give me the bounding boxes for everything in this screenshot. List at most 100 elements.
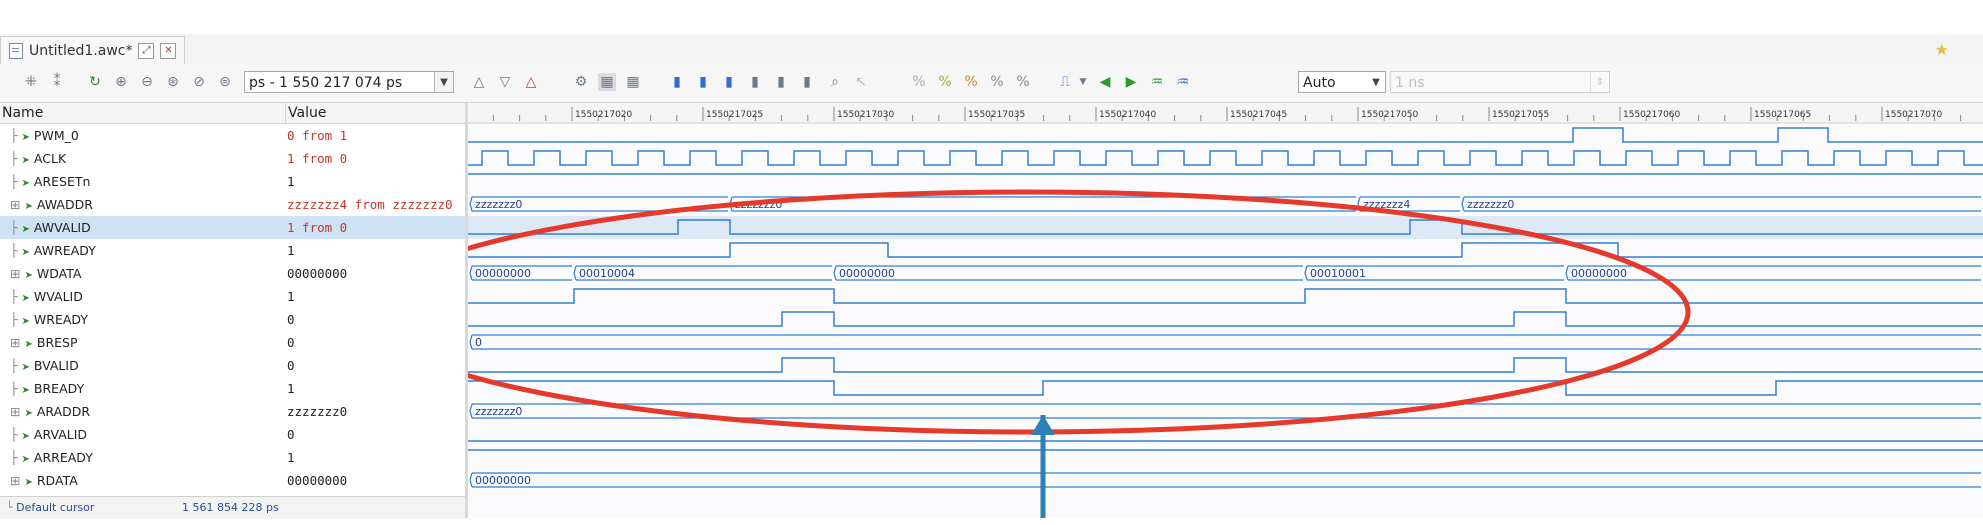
signal-value: zzzzzzz4 from zzzzzzz0 — [287, 197, 453, 212]
tree-line-icon: ├ — [10, 128, 18, 143]
float-window-icon[interactable]: ⤢ — [138, 42, 155, 59]
waveform-area[interactable]: 1550217020 1550217025 1550217030 1550217035… — [468, 103, 1983, 518]
bookmark-first-icon[interactable]: ▮ — [772, 73, 790, 91]
settings-icon[interactable]: ⚙ — [572, 73, 590, 91]
signal-name: BRESP — [36, 335, 78, 350]
signal-row-araddr[interactable]: ⊞ ➤ ARADDR — [0, 400, 285, 423]
column-header-value[interactable]: Value — [285, 103, 468, 124]
signal-name: AWREADY — [33, 243, 96, 258]
waveform-canvas[interactable]: 1550217020 1550217025 1550217030 1550217035… — [468, 103, 1983, 518]
signal-name: ACLK — [33, 151, 67, 166]
cursor-down-icon[interactable]: ▽ — [496, 73, 514, 91]
awaddr-wave-label: zzzzzzz0 — [475, 198, 522, 211]
signal-value: 1 — [287, 174, 295, 189]
spin-icon[interactable]: ⇕ — [1590, 72, 1609, 92]
transition-select-icon[interactable]: % — [962, 73, 980, 91]
signal-value: 1 — [287, 243, 295, 258]
signal-value: 0 — [287, 358, 295, 373]
expand-icon[interactable]: ⊞ — [10, 335, 20, 350]
tree-line-icon: ├ — [10, 312, 18, 327]
bookmark-add-icon[interactable]: ▮ — [694, 73, 712, 91]
zoom-in-icon[interactable]: ⊕ — [112, 73, 130, 91]
signal-row-awaddr[interactable]: ⊞ ➤ AWADDR — [0, 193, 285, 216]
signal-value: 1 — [287, 450, 295, 465]
ruler-label: 1550217065 — [1754, 110, 1811, 120]
bookmark-prev-icon[interactable]: ▮ — [746, 73, 764, 91]
araddr-wave-label: zzzzzzz0 — [475, 405, 522, 418]
favorite-star-icon[interactable]: ★ — [1935, 40, 1949, 59]
tree-line-icon: ├ — [10, 151, 18, 166]
bookmark-last-icon[interactable]: ▮ — [798, 73, 816, 91]
grid-toggle-icon[interactable]: ▦ — [598, 73, 616, 91]
chevron-down-icon[interactable]: ▼ — [434, 72, 453, 92]
signal-row-wready[interactable]: ├ ➤ WREADY — [0, 308, 285, 331]
signal-row-aresetn[interactable]: ├ ➤ ARESETn — [0, 170, 285, 193]
zoom-mode-select[interactable]: Auto ▼ — [1298, 71, 1386, 93]
signal-row-bvalid[interactable]: ├ ➤ BVALID — [0, 354, 285, 377]
signal-row-arvalid[interactable]: ├ ➤ ARVALID — [0, 423, 285, 446]
expand-icon[interactable]: ⊞ — [10, 197, 20, 212]
transition-filter-icon[interactable]: % — [988, 73, 1006, 91]
remove-signal-icon[interactable]: ⁑ — [48, 73, 66, 91]
pointer-icon[interactable]: ↖ — [852, 73, 870, 91]
refresh-icon[interactable]: ↻ — [86, 73, 104, 91]
aclk-wave — [468, 150, 1983, 166]
arrow-left-icon[interactable]: ◀ — [1096, 73, 1114, 91]
signal-row-pwm_0[interactable]: ├ ➤ PWM_0 — [0, 124, 285, 147]
grid-options-icon[interactable]: ▦ — [624, 73, 642, 91]
waveform-document-icon — [9, 42, 23, 59]
signal-pin-icon: ➤ — [21, 431, 30, 442]
add-signal-icon[interactable]: ⁜ — [22, 73, 40, 91]
signal-row-awvalid[interactable]: ├ ➤ AWVALID — [0, 216, 285, 239]
expand-icon[interactable]: ⊞ — [10, 266, 20, 281]
signal-row-wdata[interactable]: ⊞ ➤ WDATA — [0, 262, 285, 285]
time-position-combo[interactable]: ps - 1 550 217 074 ps ▼ — [244, 71, 454, 93]
pulse-icon[interactable]: ⎍ — [1056, 73, 1074, 91]
expand-icon[interactable]: ⊞ — [10, 404, 20, 419]
zoom-fit-icon[interactable]: ⊛ — [164, 73, 182, 91]
close-tab-icon[interactable]: ✕ — [160, 42, 177, 59]
document-tab[interactable]: Untitled1.awc* ⤢ ✕ — [0, 36, 186, 64]
cursor-up-icon[interactable]: △ — [470, 73, 488, 91]
cursor-delete-icon[interactable]: △ — [522, 73, 540, 91]
signal-name: AWADDR — [36, 197, 93, 212]
zoom-prev-icon[interactable]: ⊘ — [190, 73, 208, 91]
wdata-wave-label: 00000000 — [839, 267, 895, 280]
signal-row-arready[interactable]: ├ ➤ ARREADY — [0, 446, 285, 469]
column-header-name[interactable]: Name — [0, 103, 287, 124]
transition-clear-icon[interactable]: % — [1014, 73, 1032, 91]
signal-pin-icon: ➤ — [21, 385, 30, 396]
bookmark-next-icon[interactable]: ▮ — [720, 73, 738, 91]
signal-row-wvalid[interactable]: ├ ➤ WVALID — [0, 285, 285, 308]
step-size-input[interactable]: 1 ns ⇕ — [1390, 71, 1610, 93]
tree-line-icon: ├ — [10, 450, 18, 465]
signal-row-rdata[interactable]: ⊞ ➤ RDATA — [0, 469, 285, 492]
transition-prev-icon[interactable]: % — [910, 73, 928, 91]
chevron-down-icon[interactable]: ▼ — [1074, 73, 1092, 91]
search-icon[interactable]: ⌕ — [826, 73, 844, 91]
tree-line-icon: ├ — [10, 289, 18, 304]
find-prev-icon[interactable]: ♒ — [1148, 73, 1166, 91]
expand-icon[interactable]: ⊞ — [10, 473, 20, 488]
zoom-range-icon[interactable]: ⊜ — [216, 73, 234, 91]
bookmark-icon[interactable]: ▮ — [668, 73, 686, 91]
find-next-icon[interactable]: ♒ — [1174, 73, 1192, 91]
signal-row-awready[interactable]: ├ ➤ AWREADY — [0, 239, 285, 262]
signal-row-aclk[interactable]: ├ ➤ ACLK — [0, 147, 285, 170]
arrow-right-icon[interactable]: ▶ — [1122, 73, 1140, 91]
zoom-out-icon[interactable]: ⊖ — [138, 73, 156, 91]
signal-row-bready[interactable]: ├ ➤ BREADY — [0, 377, 285, 400]
tree-line-icon: ├ — [10, 243, 18, 258]
rdata-wave-segment — [469, 472, 1981, 488]
ruler-label: 1550217050 — [1361, 110, 1419, 120]
bvalid-wave — [468, 357, 1983, 373]
signal-name: WDATA — [36, 266, 82, 281]
chevron-down-icon[interactable]: ▼ — [1367, 72, 1385, 92]
ruler-label: 1550217020 — [575, 110, 633, 120]
signal-row-bresp[interactable]: ⊞ ➤ BRESP — [0, 331, 285, 354]
transition-next-icon[interactable]: % — [936, 73, 954, 91]
signal-value: 0 from 1 — [287, 128, 348, 143]
waveform-toolbar: ⁜ ⁑ ↻ ⊕ ⊖ ⊛ ⊘ ⊜ ps - 1 550 217 074 ps ▼ … — [0, 64, 1983, 103]
signal-pin-icon: ➤ — [24, 477, 33, 488]
wdata-wave-label: 00000000 — [1571, 267, 1627, 280]
